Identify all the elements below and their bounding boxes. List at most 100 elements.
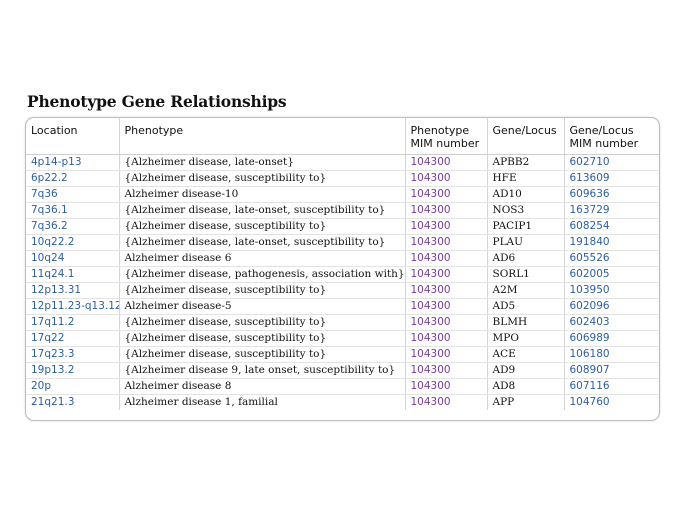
header-phenotype: Phenotype bbox=[118, 118, 405, 155]
phenotype-cell: {Alzheimer disease, late-onset} bbox=[118, 154, 405, 171]
gene-locus-cell: PACIP1 bbox=[486, 218, 564, 235]
gene-locus-mim-link[interactable]: 191840 bbox=[563, 234, 659, 251]
table-row: 7q36.1 {Alzheimer disease, late-onset, su… bbox=[26, 202, 659, 219]
gene-locus-cell: MPO bbox=[486, 330, 564, 347]
location-link[interactable]: 7q36.1 bbox=[26, 202, 119, 219]
location-link[interactable]: 7q36.2 bbox=[26, 218, 119, 235]
gene-locus-mim-link[interactable]: 613609 bbox=[563, 170, 659, 187]
table-row: 12p11.23-q13.12 Alzheimer disease-5 104300… bbox=[26, 298, 659, 315]
gene-locus-mim-link[interactable]: 163729 bbox=[563, 202, 659, 219]
header-gene-locus: Gene/Locus bbox=[486, 118, 564, 155]
phenotype-mim-link[interactable]: 104300 bbox=[404, 154, 487, 171]
phenotype-cell: {Alzheimer disease 9, late onset, suscep… bbox=[118, 362, 405, 379]
header-gene-locus-mim: Gene/Locus MIM number bbox=[563, 118, 659, 155]
phenotype-cell: {Alzheimer disease, susceptibility to} bbox=[118, 170, 405, 187]
location-link[interactable]: 12p11.23-q13.12 bbox=[26, 298, 119, 315]
header-location: Location bbox=[26, 118, 119, 155]
gene-locus-cell: PLAU bbox=[486, 234, 564, 251]
table-row: 17q22 {Alzheimer disease, susceptibility … bbox=[26, 330, 659, 347]
location-link[interactable]: 11q24.1 bbox=[26, 266, 119, 283]
table-row: 17q23.3 {Alzheimer disease, susceptibilit… bbox=[26, 346, 659, 363]
gene-locus-cell: APBB2 bbox=[486, 154, 564, 171]
gene-locus-mim-link[interactable]: 608254 bbox=[563, 218, 659, 235]
phenotype-cell: {Alzheimer disease, pathogenesis, associ… bbox=[118, 266, 405, 283]
table-body: 4p14-p13 {Alzheimer disease, late-onset} 1… bbox=[26, 154, 659, 411]
gene-locus-cell: SORL1 bbox=[486, 266, 564, 283]
location-link[interactable]: 4p14-p13 bbox=[26, 154, 119, 171]
phenotype-mim-link[interactable]: 104300 bbox=[404, 170, 487, 187]
gene-locus-mim-link[interactable]: 104760 bbox=[563, 394, 659, 410]
table-row: 7q36.2 {Alzheimer disease, susceptibility… bbox=[26, 218, 659, 235]
gene-locus-mim-link[interactable]: 103950 bbox=[563, 282, 659, 299]
location-link[interactable]: 7q36 bbox=[26, 186, 119, 203]
gene-locus-cell: AD6 bbox=[486, 250, 564, 267]
gene-locus-mim-link[interactable]: 602096 bbox=[563, 298, 659, 315]
phenotype-cell: Alzheimer disease-5 bbox=[118, 298, 405, 315]
phenotype-mim-link[interactable]: 104300 bbox=[404, 282, 487, 299]
gene-locus-cell: ACE bbox=[486, 346, 564, 363]
gene-locus-cell: HFE bbox=[486, 170, 564, 187]
phenotype-mim-link[interactable]: 104300 bbox=[404, 186, 487, 203]
phenotype-gene-table-container: Location Phenotype Phenotype MIM number … bbox=[25, 117, 660, 421]
phenotype-mim-link[interactable]: 104300 bbox=[404, 266, 487, 283]
location-link[interactable]: 17q23.3 bbox=[26, 346, 119, 363]
phenotype-cell: {Alzheimer disease, susceptibility to} bbox=[118, 282, 405, 299]
location-link[interactable]: 6p22.2 bbox=[26, 170, 119, 187]
gene-locus-cell: APP bbox=[486, 394, 564, 410]
gene-locus-cell: AD8 bbox=[486, 378, 564, 395]
phenotype-mim-link[interactable]: 104300 bbox=[404, 394, 487, 410]
gene-locus-cell: A2M bbox=[486, 282, 564, 299]
phenotype-gene-table: Location Phenotype Phenotype MIM number … bbox=[26, 118, 659, 410]
phenotype-mim-link[interactable]: 104300 bbox=[404, 218, 487, 235]
table-row: 12p13.31 {Alzheimer disease, susceptibili… bbox=[26, 282, 659, 299]
phenotype-cell: Alzheimer disease-10 bbox=[118, 186, 405, 203]
phenotype-mim-link[interactable]: 104300 bbox=[404, 378, 487, 395]
table-row: 19p13.2 {Alzheimer disease 9, late onset,… bbox=[26, 362, 659, 379]
gene-locus-cell: BLMH bbox=[486, 314, 564, 331]
gene-locus-mim-link[interactable]: 602710 bbox=[563, 154, 659, 171]
location-link[interactable]: 10q24 bbox=[26, 250, 119, 267]
phenotype-cell: {Alzheimer disease, susceptibility to} bbox=[118, 314, 405, 331]
phenotype-mim-link[interactable]: 104300 bbox=[404, 202, 487, 219]
phenotype-cell: {Alzheimer disease, late-onset, suscepti… bbox=[118, 202, 405, 219]
table-row: 4p14-p13 {Alzheimer disease, late-onset} 1… bbox=[26, 154, 659, 171]
gene-locus-cell: AD9 bbox=[486, 362, 564, 379]
phenotype-mim-link[interactable]: 104300 bbox=[404, 330, 487, 347]
gene-locus-cell: AD5 bbox=[486, 298, 564, 315]
phenotype-mim-link[interactable]: 104300 bbox=[404, 314, 487, 331]
location-link[interactable]: 17q11.2 bbox=[26, 314, 119, 331]
phenotype-mim-link[interactable]: 104300 bbox=[404, 362, 487, 379]
gene-locus-mim-link[interactable]: 602403 bbox=[563, 314, 659, 331]
gene-locus-mim-link[interactable]: 609636 bbox=[563, 186, 659, 203]
gene-locus-mim-link[interactable]: 605526 bbox=[563, 250, 659, 267]
phenotype-cell: {Alzheimer disease, susceptibility to} bbox=[118, 346, 405, 363]
gene-locus-mim-link[interactable]: 106180 bbox=[563, 346, 659, 363]
location-link[interactable]: 21q21.3 bbox=[26, 395, 119, 411]
phenotype-mim-link[interactable]: 104300 bbox=[404, 346, 487, 363]
table-row: 17q11.2 {Alzheimer disease, susceptibilit… bbox=[26, 314, 659, 331]
phenotype-mim-link[interactable]: 104300 bbox=[404, 298, 487, 315]
gene-locus-mim-link[interactable]: 607116 bbox=[563, 378, 659, 395]
location-link[interactable]: 12p13.31 bbox=[26, 282, 119, 299]
gene-locus-mim-link[interactable]: 608907 bbox=[563, 362, 659, 379]
phenotype-cell: Alzheimer disease 1, familial bbox=[118, 394, 405, 410]
phenotype-mim-link[interactable]: 104300 bbox=[404, 250, 487, 267]
location-link[interactable]: 17q22 bbox=[26, 330, 119, 347]
location-link[interactable]: 10q22.2 bbox=[26, 234, 119, 251]
phenotype-cell: {Alzheimer disease, late-onset, suscepti… bbox=[118, 234, 405, 251]
table-row: 10q24 Alzheimer disease 6 104300 AD6 605526 bbox=[26, 250, 659, 267]
phenotype-cell: {Alzheimer disease, susceptibility to} bbox=[118, 330, 405, 347]
phenotype-cell: Alzheimer disease 6 bbox=[118, 250, 405, 267]
gene-locus-mim-link[interactable]: 606989 bbox=[563, 330, 659, 347]
table-row: 21q21.3 Alzheimer disease 1, familial 1043… bbox=[26, 394, 659, 411]
table-row: 6p22.2 {Alzheimer disease, susceptibility… bbox=[26, 170, 659, 187]
phenotype-cell: Alzheimer disease 8 bbox=[118, 378, 405, 395]
location-link[interactable]: 20p bbox=[26, 378, 119, 395]
gene-locus-mim-link[interactable]: 602005 bbox=[563, 266, 659, 283]
table-row: 11q24.1 {Alzheimer disease, pathogenesis,… bbox=[26, 266, 659, 283]
phenotype-mim-link[interactable]: 104300 bbox=[404, 234, 487, 251]
table-row: 7q36 Alzheimer disease-10 104300 AD10 609636 bbox=[26, 186, 659, 203]
phenotype-cell: {Alzheimer disease, susceptibility to} bbox=[118, 218, 405, 235]
location-link[interactable]: 19p13.2 bbox=[26, 362, 119, 379]
section-title: Phenotype Gene Relationships bbox=[27, 92, 287, 111]
